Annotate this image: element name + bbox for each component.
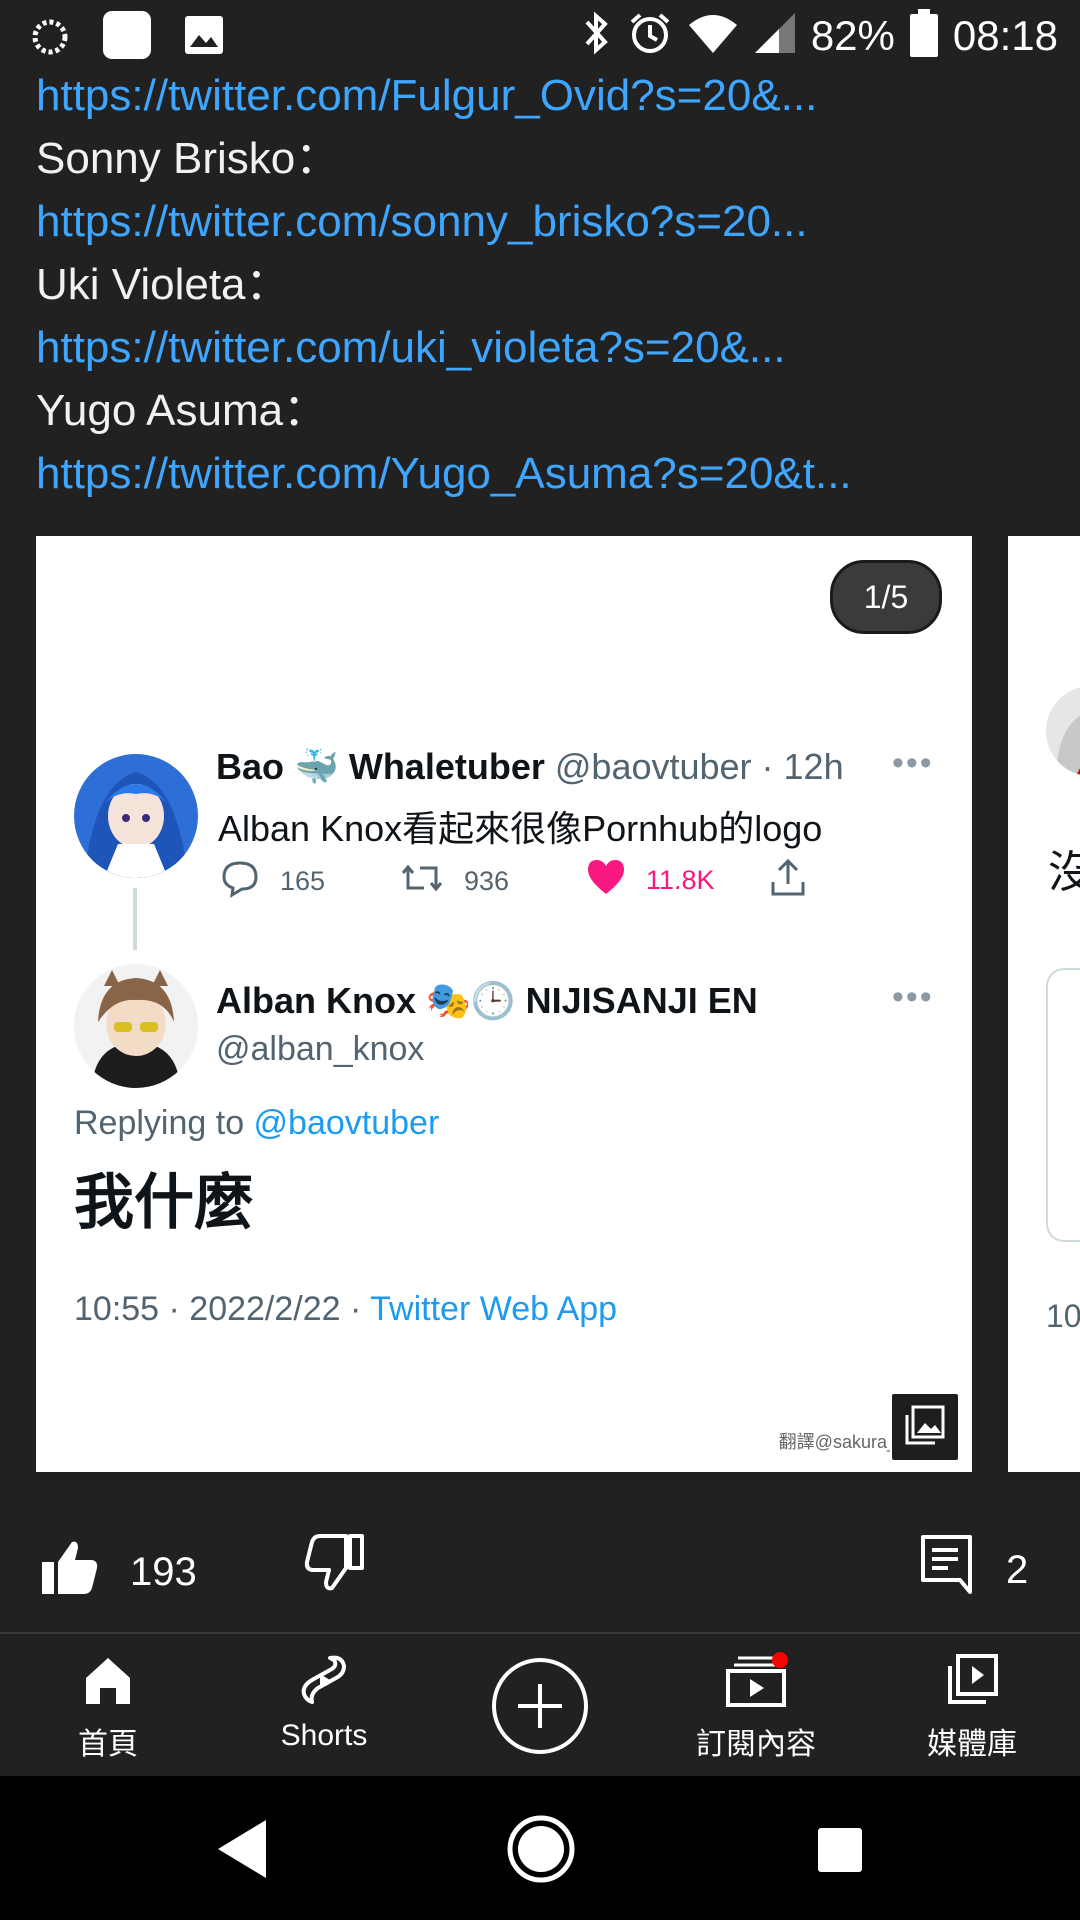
image-notification-icon xyxy=(184,15,224,60)
tweet2-meta: 10:55 · 2022/2/22 · Twitter Web App xyxy=(74,1290,618,1328)
nav-subscriptions[interactable]: 訂閱內容 xyxy=(666,1652,846,1763)
like-button[interactable]: 193 xyxy=(40,1538,197,1606)
nav-home[interactable]: 首頁 xyxy=(18,1652,198,1763)
gallery-button[interactable] xyxy=(890,1392,960,1462)
like-count: 193 xyxy=(130,1549,197,1594)
alban-avatar xyxy=(74,964,198,1088)
home-icon xyxy=(80,1652,136,1713)
tweet1-retweets: 936 xyxy=(400,858,509,905)
tweet1-author: Bao 🐳 Whaletuber @baovtuber · 12h xyxy=(216,746,844,788)
post-actions: 193 2 xyxy=(0,1520,1080,1616)
nav-subscriptions-label: 訂閱內容 xyxy=(696,1728,816,1761)
tweet1-text: Alban Knox看起來很像Pornhub的logo xyxy=(218,808,823,849)
wifi-icon xyxy=(687,11,739,60)
system-nav-bar xyxy=(0,1776,1080,1920)
link-yugo[interactable]: https://twitter.com/Yugo_Asuma?s=20&t... xyxy=(36,442,1046,505)
tweet1-likes: 11.8K xyxy=(586,858,715,903)
thumbs-down-icon xyxy=(304,1534,364,1602)
shorts-icon xyxy=(296,1652,352,1713)
comments-button[interactable]: 2 xyxy=(920,1534,1028,1606)
next-card-quote xyxy=(1046,968,1080,1242)
link-sonny[interactable]: https://twitter.com/sonny_brisko?s=20... xyxy=(36,190,1046,253)
back-icon[interactable] xyxy=(214,1818,270,1885)
image-counter: 1/5 xyxy=(830,560,942,634)
post-image-card[interactable]: 1/5 Bao 🐳 Whaletuber @baovtuber · 12h ••… xyxy=(36,536,972,1472)
battery-icon xyxy=(909,8,939,63)
share-icon xyxy=(768,858,808,905)
tweet2-source: Twitter Web App xyxy=(370,1290,618,1328)
next-card-time: 10 xyxy=(1046,1298,1080,1334)
bluetooth-icon xyxy=(579,10,613,61)
dislike-button[interactable] xyxy=(304,1534,364,1602)
tweet2-handle: @alban_knox xyxy=(216,1030,425,1068)
replying-handle: @baovtuber xyxy=(253,1104,440,1142)
link-name-uki: Uki Violeta： xyxy=(36,260,290,309)
tweet1-display-name: Bao 🐳 Whaletuber xyxy=(216,746,545,787)
gallery-icon xyxy=(903,1403,947,1452)
signal-icon xyxy=(753,11,797,60)
add-circle-icon xyxy=(490,1656,590,1761)
recents-icon[interactable] xyxy=(816,1826,864,1879)
nav-shorts[interactable]: Shorts xyxy=(234,1652,414,1753)
comment-count: 2 xyxy=(1006,1547,1029,1592)
alarm-icon xyxy=(627,10,673,61)
tweet1-more-icon: ••• xyxy=(892,744,934,782)
nav-create[interactable] xyxy=(450,1656,630,1761)
nav-library-label: 媒體庫 xyxy=(927,1728,1017,1761)
link-uki[interactable]: https://twitter.com/uki_violeta?s=20&... xyxy=(36,316,1046,379)
tweet1-handle: @baovtuber · 12h xyxy=(554,746,844,787)
tweet2-display-name: Alban Knox 🎭🕒 NIJISANJI EN xyxy=(216,980,758,1021)
tweet2-more-icon: ••• xyxy=(892,978,934,1016)
battery-percent: 82% xyxy=(810,11,895,59)
thumbs-up-icon xyxy=(40,1538,100,1606)
status-bar: 82% 08:18 xyxy=(0,0,1080,72)
bottom-nav: 首頁 Shorts 訂閱內容 媒體庫 xyxy=(0,1634,1080,1776)
home-circle-icon[interactable] xyxy=(506,1814,576,1889)
nav-shorts-label: Shorts xyxy=(280,1719,368,1752)
link-fulgur[interactable]: https://twitter.com/Fulgur_Ovid?s=20&... xyxy=(36,64,1046,127)
app-notification-icon xyxy=(102,10,152,65)
comment-icon xyxy=(920,1534,976,1606)
reply-icon xyxy=(220,858,260,905)
heart-filled-icon xyxy=(586,858,626,903)
subscriptions-icon xyxy=(724,1652,788,1713)
link-name-sonny: Sonny Brisko： xyxy=(36,134,340,183)
library-icon xyxy=(944,1652,1000,1713)
replying-to: Replying to @baovtuber xyxy=(74,1104,440,1142)
tweet1-share xyxy=(768,858,808,905)
tweet2-text: 我什麼 xyxy=(74,1169,254,1236)
tweet1-replies: 165 xyxy=(220,858,325,905)
bao-avatar xyxy=(74,754,198,878)
retweet-icon xyxy=(400,858,444,905)
link-name-yugo: Yugo Asuma： xyxy=(36,386,328,435)
thread-connector xyxy=(133,888,137,950)
next-card-text: 沒 xyxy=(1048,848,1080,897)
next-card-avatar xyxy=(1046,686,1080,776)
description-links: https://twitter.com/Fulgur_Ovid?s=20&...… xyxy=(36,64,1046,505)
nav-library[interactable]: 媒體庫 xyxy=(882,1652,1062,1763)
clock: 08:18 xyxy=(952,11,1058,59)
nav-home-label: 首頁 xyxy=(78,1728,138,1761)
next-image-card[interactable]: 沒 10 xyxy=(1008,536,1080,1472)
ring-icon xyxy=(30,13,70,62)
